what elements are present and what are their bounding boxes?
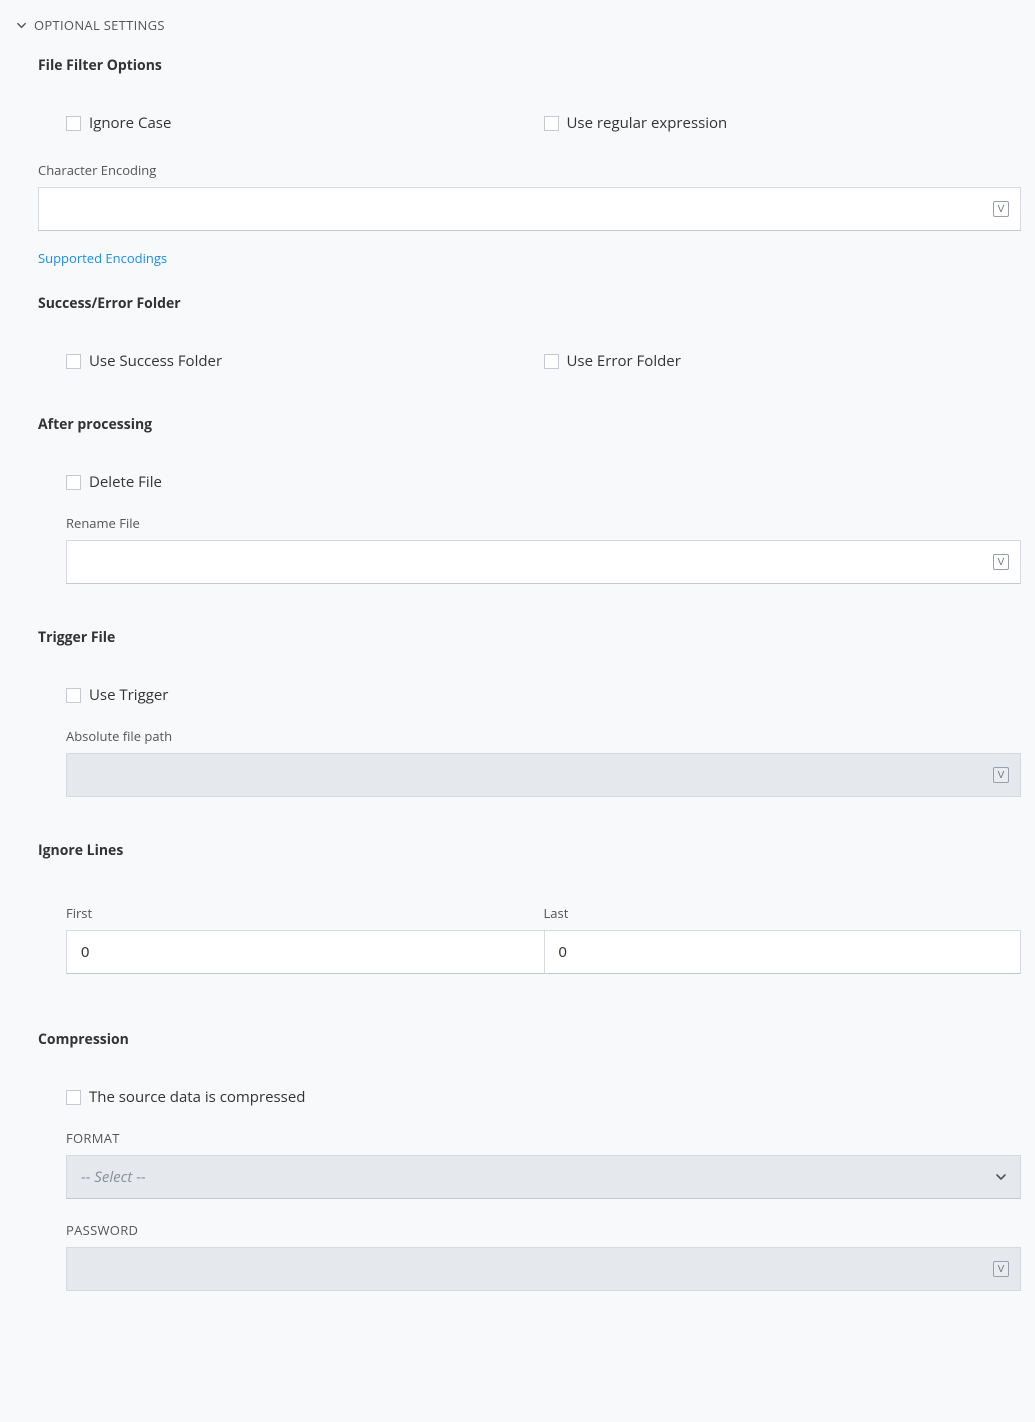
variable-icon[interactable]: V	[993, 201, 1009, 217]
checkbox-icon	[66, 688, 81, 703]
ignore-last-input[interactable]	[544, 930, 1022, 974]
checkbox-icon	[66, 475, 81, 490]
variable-icon[interactable]: V	[993, 767, 1009, 783]
checkbox-icon	[544, 116, 559, 131]
ignore-last-label: Last	[544, 904, 1022, 922]
character-encoding-label: Character Encoding	[38, 161, 1021, 179]
checkbox-icon	[66, 116, 81, 131]
use-trigger-checkbox[interactable]: Use Trigger	[66, 685, 1021, 705]
checkbox-icon	[66, 1090, 81, 1105]
use-error-folder-label: Use Error Folder	[567, 351, 681, 371]
supported-encodings-link[interactable]: Supported Encodings	[38, 249, 167, 267]
source-compressed-checkbox[interactable]: The source data is compressed	[66, 1087, 1021, 1107]
rename-file-label: Rename File	[66, 514, 1021, 532]
use-success-folder-checkbox[interactable]: Use Success Folder	[66, 351, 544, 371]
ignore-first-label: First	[66, 904, 544, 922]
delete-file-label: Delete File	[89, 472, 162, 492]
absolute-path-input	[66, 753, 1021, 797]
compression-heading: Compression	[38, 1030, 1021, 1049]
optional-settings-toggle[interactable]: OPTIONAL SETTINGS	[14, 14, 1021, 42]
success-error-heading: Success/Error Folder	[38, 294, 1021, 313]
compression-password-label: PASSWORD	[66, 1221, 1021, 1239]
character-encoding-input[interactable]	[38, 187, 1021, 231]
use-regex-label: Use regular expression	[567, 113, 728, 133]
use-trigger-label: Use Trigger	[89, 685, 168, 705]
chevron-down-icon	[14, 18, 28, 32]
compression-password-input	[66, 1247, 1021, 1291]
ignore-case-checkbox[interactable]: Ignore Case	[66, 113, 544, 133]
compression-format-label: FORMAT	[66, 1129, 1021, 1147]
ignore-first-input[interactable]	[66, 930, 544, 974]
file-filter-heading: File Filter Options	[38, 56, 1021, 75]
compression-format-select[interactable]: -- Select --	[66, 1155, 1021, 1199]
checkbox-icon	[544, 354, 559, 369]
delete-file-checkbox[interactable]: Delete File	[66, 472, 1021, 492]
use-success-folder-label: Use Success Folder	[89, 351, 222, 371]
ignore-lines-heading: Ignore Lines	[38, 841, 1021, 860]
compression-format-placeholder: -- Select --	[81, 1167, 146, 1187]
use-regex-checkbox[interactable]: Use regular expression	[544, 113, 1022, 133]
variable-icon[interactable]: V	[993, 1261, 1009, 1277]
optional-settings-label: OPTIONAL SETTINGS	[34, 16, 165, 34]
source-compressed-label: The source data is compressed	[89, 1087, 305, 1107]
absolute-path-label: Absolute file path	[66, 727, 1021, 745]
rename-file-input[interactable]	[66, 540, 1021, 584]
variable-icon[interactable]: V	[993, 554, 1009, 570]
checkbox-icon	[66, 354, 81, 369]
trigger-file-heading: Trigger File	[38, 628, 1021, 647]
ignore-case-label: Ignore Case	[89, 113, 171, 133]
use-error-folder-checkbox[interactable]: Use Error Folder	[544, 351, 1022, 371]
after-processing-heading: After processing	[38, 415, 1021, 434]
